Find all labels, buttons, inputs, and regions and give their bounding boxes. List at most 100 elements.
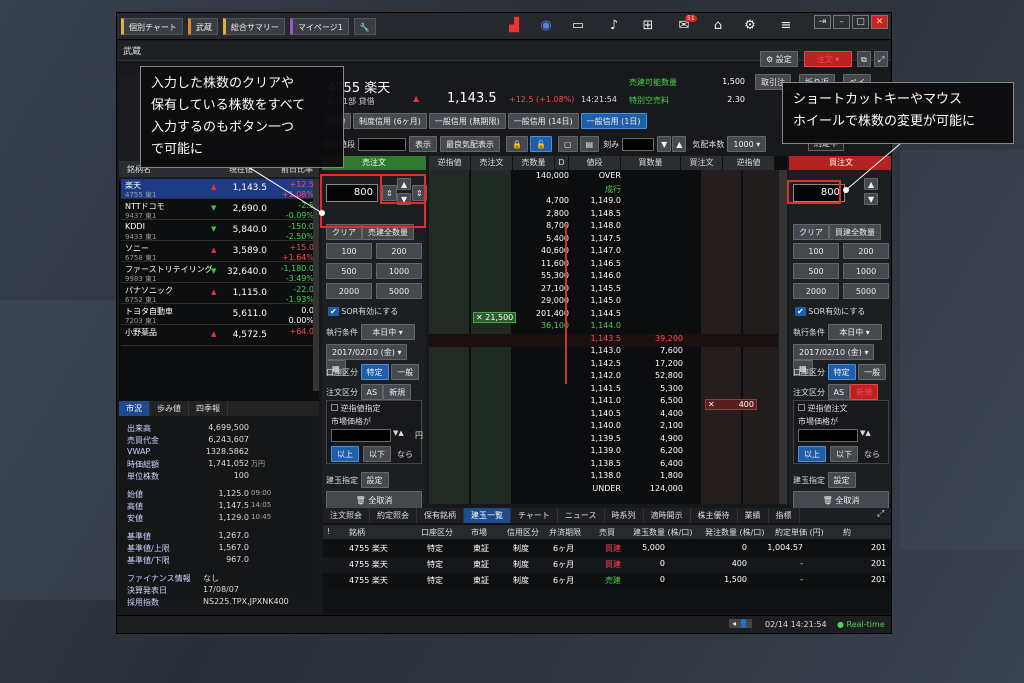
buy-order-marker[interactable]: ✕ 400	[705, 399, 757, 410]
sor-checkbox-icon[interactable]: ✔	[795, 307, 806, 316]
buy-qty-up-icon[interactable]: ▲	[864, 178, 879, 190]
watchlist-row[interactable]: ソニー 6758 東1 ▲ 3,589.0 +15.0 +1.64%	[121, 242, 318, 262]
sor-checkbox-icon[interactable]: ✔	[328, 307, 339, 316]
tab-bottom[interactable]: 約定照会	[370, 508, 417, 523]
buy-qty-5000-button[interactable]: 5000	[843, 283, 889, 299]
step-up-icon[interactable]: ▲	[672, 136, 687, 152]
quote-count-select[interactable]: 1000 ▾	[727, 136, 767, 152]
board-row[interactable]: 8,700 1,148.0	[429, 221, 778, 234]
sell-qty-500-button[interactable]: 500	[326, 263, 372, 279]
position-row[interactable]: 4755 楽天 特定 東証 制度 6ヶ月 売建 0 1,500 - 201	[323, 573, 891, 589]
sell-pos-set-button[interactable]: 設定	[360, 472, 389, 488]
sell-qty-200-button[interactable]: 200	[376, 243, 422, 259]
sell-qty-1000-button[interactable]: 1000	[376, 263, 422, 279]
buy-cond-select[interactable]: 本日中 ▾	[827, 324, 882, 340]
buy-clear-button[interactable]: クリア	[793, 224, 829, 240]
sell-order-marker[interactable]: ✕ 21,500	[473, 312, 517, 323]
cancel-x-icon[interactable]: ✕	[476, 313, 485, 322]
board-row[interactable]: UNDER 124,000	[429, 484, 778, 497]
board-row[interactable]: 5,400 1,147.5	[429, 234, 778, 247]
mid-price-input[interactable]	[358, 137, 406, 151]
sell-type-new[interactable]: 新規	[383, 384, 412, 400]
chip-musashi[interactable]: 武蔵	[187, 17, 218, 35]
tab-general-14[interactable]: 一般信用 (14日)	[507, 113, 579, 129]
tab-bottom[interactable]: チャート	[511, 508, 558, 523]
tab-ticks[interactable]: 歩み値	[150, 401, 189, 416]
chip-summary[interactable]: 総合サマリー	[222, 17, 285, 35]
sell-type-as[interactable]: AS	[360, 384, 384, 400]
tab-bottom[interactable]: ニュース	[558, 508, 605, 523]
layout-single-icon[interactable]: ▢	[557, 136, 578, 152]
board-row[interactable]: 55,300 1,146.0	[429, 271, 778, 284]
tab-general-indef[interactable]: 一般信用 (無期限)	[428, 113, 506, 129]
sell-sor-row[interactable]: ✔ SOR有効にする	[328, 306, 398, 317]
board-row[interactable]: 4,700 1,149.0	[429, 196, 778, 209]
unlock-icon[interactable]: 🔓	[529, 136, 552, 152]
watchlist-row[interactable]: 楽天 4755 東1 ▲ 1,143.5 +12.5 +1.08%	[121, 179, 318, 199]
board-row[interactable]: 1,142.0 52,800	[429, 371, 778, 384]
show-button[interactable]: 表示	[409, 136, 437, 152]
logout-icon[interactable]: ⇥	[814, 15, 831, 29]
watchlist-row[interactable]: NTTドコモ 9437 東1 ▼ 2,690.0 -2.5 -0.09%	[121, 200, 318, 220]
order-button[interactable]: 注文 ▾	[804, 51, 852, 67]
board-row[interactable]: 40,600 1,147.0	[429, 246, 778, 259]
expand-icon[interactable]: ⤢	[877, 509, 884, 519]
buy-ge-button[interactable]: 以上	[798, 446, 826, 462]
tab-bottom[interactable]: 株主優待	[691, 508, 738, 523]
watchlist-row[interactable]: 小野薬品 ▲ 4,572.5 +64.0	[121, 326, 318, 346]
buy-qty-down-icon[interactable]: ▼	[864, 193, 879, 205]
board-scrollbar[interactable]	[779, 170, 787, 504]
chip-chart[interactable]: 個別チャート	[121, 17, 183, 35]
watchlist-scrollbar[interactable]	[313, 179, 319, 391]
board-row[interactable]: 1,140.0 2,100	[429, 421, 778, 434]
menu-icon[interactable]: ≡	[777, 18, 795, 34]
sell-acct-tokutei[interactable]: 特定	[360, 364, 389, 380]
watchlist-row[interactable]: KDDI 9433 東1 ▼ 5,840.0 -150.0 -2.50%	[121, 221, 318, 241]
spin-icon[interactable]: ▼▲	[860, 429, 871, 437]
board-row[interactable]: 2,800 1,148.5	[429, 209, 778, 222]
tab-bottom[interactable]: 指標	[769, 508, 800, 523]
step-input[interactable]	[622, 137, 655, 151]
tab-bottom[interactable]: 業績	[738, 508, 769, 523]
minimize-button[interactable]: –	[833, 15, 850, 29]
tab-bottom[interactable]: 保有銘柄	[417, 508, 464, 523]
buy-qty-200-button[interactable]: 200	[843, 243, 889, 259]
board-row[interactable]: 1,141.5 5,300	[429, 384, 778, 397]
tab-bottom[interactable]: 適時開示	[644, 508, 691, 523]
sell-acct-ippan[interactable]: 一般	[391, 364, 420, 380]
board-row[interactable]: 140,000 OVER	[429, 171, 778, 184]
tab-general-1[interactable]: 一般信用 (1日)	[580, 113, 647, 129]
maximize-button[interactable]: □	[852, 15, 869, 29]
board-row[interactable]: 11,600 1,146.5	[429, 259, 778, 272]
sell-le-button[interactable]: 以下	[363, 446, 391, 462]
best-quote-button[interactable]: 最良気配表示	[440, 136, 500, 152]
buy-stop-input[interactable]	[798, 429, 858, 442]
spin-icon[interactable]: ▼▲	[393, 429, 404, 437]
position-row[interactable]: 4755 楽天 特定 東証 制度 6ヶ月 買建 5,000 0 1,004.57 201	[323, 541, 891, 557]
buy-all-button[interactable]: 買建全数量	[829, 224, 881, 240]
board-row[interactable]: 1,138.0 1,800	[429, 471, 778, 484]
home-icon[interactable]: ⌂	[709, 18, 727, 34]
buy-qty-2000-button[interactable]: 2000	[793, 283, 839, 299]
layout-split-icon[interactable]: ▤	[579, 136, 600, 152]
buy-cancel-all-button[interactable]: 🗑 全取消	[793, 491, 889, 509]
board-row[interactable]: 27,100 1,145.5	[429, 284, 778, 297]
sell-stop-input[interactable]	[331, 429, 391, 442]
board-row[interactable]: 1,139.0 6,200	[429, 446, 778, 459]
buy-le-button[interactable]: 以下	[830, 446, 858, 462]
settings-button[interactable]: ⚙ 設定	[760, 51, 798, 67]
buy-type-as[interactable]: AS	[827, 384, 851, 400]
buy-qty-500-button[interactable]: 500	[793, 263, 839, 279]
wrench-icon[interactable]: 🔧	[353, 17, 376, 35]
buy-pos-set-button[interactable]: 設定	[827, 472, 856, 488]
tab-bottom[interactable]: 建玉一覧	[464, 508, 511, 523]
buy-type-new[interactable]: 新規	[850, 384, 879, 400]
signal-icon[interactable]: ◉	[537, 18, 555, 34]
sell-cond-select[interactable]: 本日中 ▾	[360, 324, 415, 340]
chip-mypage[interactable]: マイページ1	[289, 17, 349, 35]
tab-margin-6m[interactable]: 制度信用 (6ヶ月)	[353, 113, 427, 129]
sell-date-select[interactable]: 2017/02/10 (金) ▾	[326, 344, 408, 360]
board-row[interactable]: 1,140.5 4,400	[429, 409, 778, 422]
screen-icon[interactable]: ▭	[569, 18, 587, 34]
gear-icon[interactable]: ⚙	[741, 18, 759, 34]
